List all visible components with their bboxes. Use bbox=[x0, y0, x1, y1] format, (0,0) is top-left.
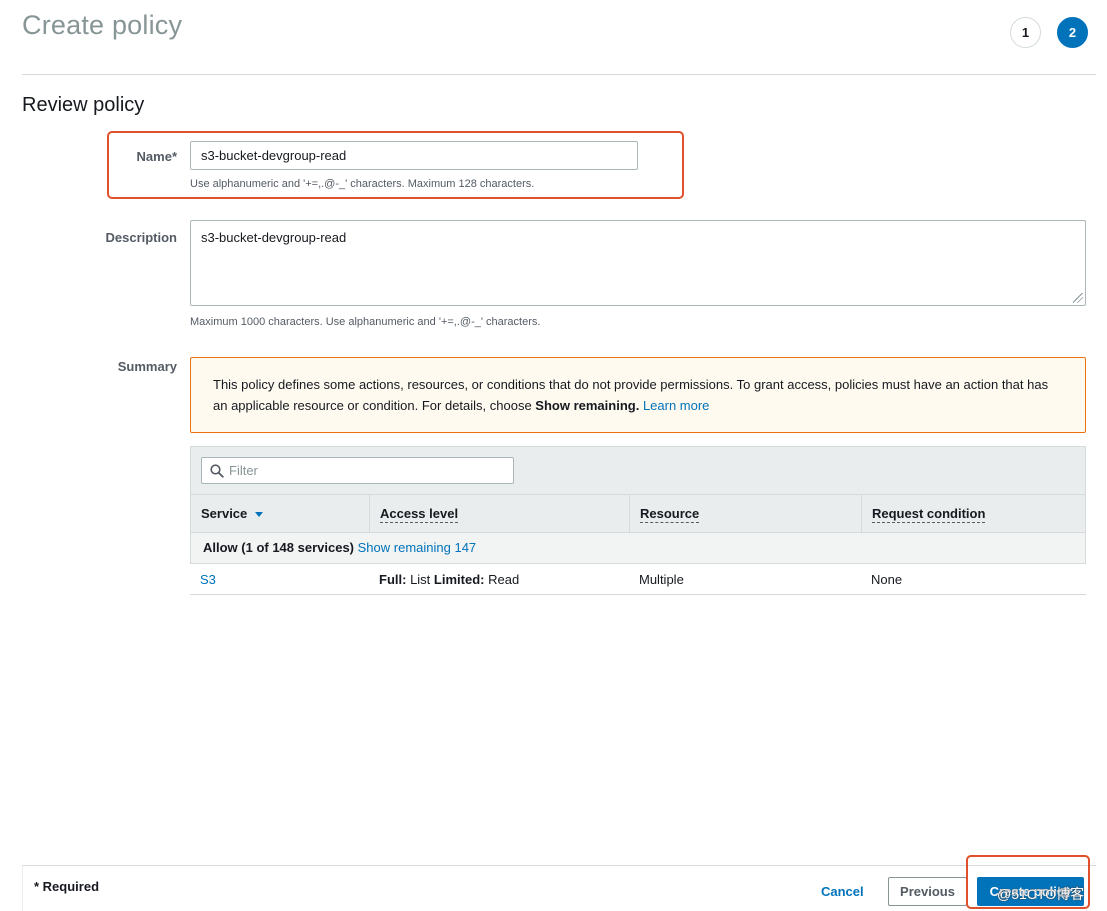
summary-label: Summary bbox=[117, 359, 177, 374]
access-level-cell: Full: List Limited: Read bbox=[379, 572, 520, 587]
filter-bar: Filter bbox=[190, 446, 1086, 494]
name-label: Name* bbox=[136, 149, 177, 164]
description-hint: Maximum 1000 characters. Use alphanumeri… bbox=[190, 316, 541, 328]
description-label: Description bbox=[105, 230, 177, 245]
service-s3-link[interactable]: S3 bbox=[200, 572, 216, 587]
filter-input[interactable]: Filter bbox=[201, 457, 514, 484]
table-header: Service Access level Resource Request co… bbox=[190, 494, 1086, 533]
footer-bar: * Required Cancel Previous Create policy bbox=[22, 865, 1096, 911]
page-title: Create policy bbox=[22, 10, 183, 40]
sort-down-icon[interactable] bbox=[255, 512, 264, 518]
show-remaining-link[interactable]: Show remaining 147 bbox=[358, 540, 477, 555]
step-2-indicator: 2 bbox=[1057, 17, 1088, 48]
description-textarea[interactable]: s3-bucket-devgroup-read bbox=[190, 220, 1086, 306]
resize-handle-icon[interactable] bbox=[1073, 293, 1083, 303]
warning-bold-text: Show remaining. bbox=[535, 397, 640, 413]
cancel-button[interactable]: Cancel bbox=[821, 884, 864, 899]
summary-table: Filter Service Access level Resource Req… bbox=[190, 446, 1086, 595]
table-row: S3 Full: List Limited: Read Multiple Non… bbox=[190, 564, 1086, 595]
allow-group-row: Allow (1 of 148 services) Show remaining… bbox=[190, 533, 1086, 564]
column-header-request-condition[interactable]: Request condition bbox=[862, 495, 1085, 532]
warning-alert: This policy defines some actions, resour… bbox=[190, 357, 1086, 433]
name-hint: Use alphanumeric and '+=,.@-_' character… bbox=[190, 178, 535, 190]
resource-cell: Multiple bbox=[639, 572, 684, 587]
create-policy-button[interactable]: Create policy bbox=[977, 877, 1084, 906]
condition-cell: None bbox=[871, 572, 903, 587]
step-1-indicator[interactable]: 1 bbox=[1010, 17, 1041, 48]
allow-group-label: Allow (1 of 148 services) bbox=[203, 540, 355, 555]
name-input[interactable]: s3-bucket-devgroup-read bbox=[190, 141, 638, 170]
column-header-access-level[interactable]: Access level bbox=[370, 495, 630, 532]
column-header-resource[interactable]: Resource bbox=[630, 495, 862, 532]
search-icon bbox=[210, 463, 224, 478]
filter-placeholder: Filter bbox=[229, 463, 258, 478]
learn-more-link[interactable]: Learn more bbox=[643, 398, 709, 413]
column-header-service[interactable]: Service bbox=[191, 495, 370, 532]
description-value: s3-bucket-devgroup-read bbox=[201, 230, 347, 245]
title-divider bbox=[22, 74, 1096, 75]
previous-button[interactable]: Previous bbox=[888, 877, 967, 906]
section-title: Review policy bbox=[22, 94, 145, 116]
required-note: * Required bbox=[34, 879, 100, 894]
